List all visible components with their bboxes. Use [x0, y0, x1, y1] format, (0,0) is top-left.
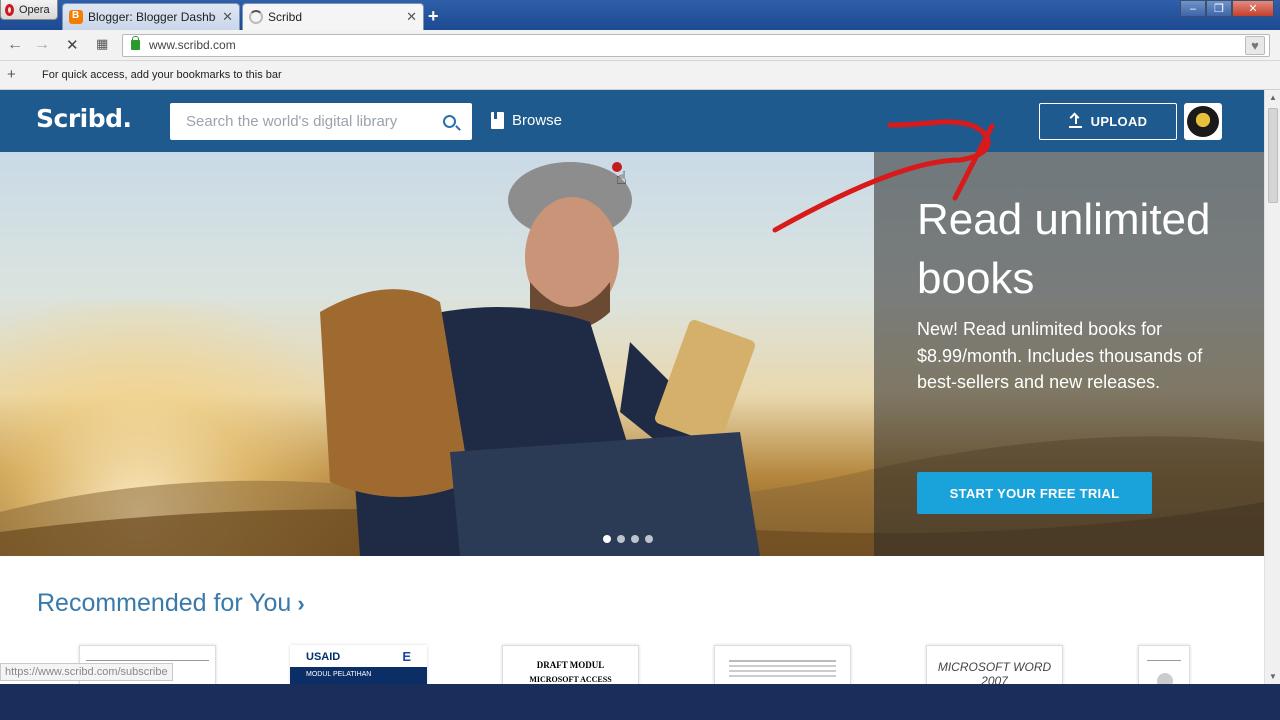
back-arrow-icon[interactable]: ← — [7, 36, 23, 54]
hero-banner: Read unlimited books New! Read unlimited… — [0, 152, 1264, 556]
tab-blogger[interactable]: Blogger: Blogger Dashboard ✕ — [62, 3, 240, 30]
hero-person-image — [320, 162, 760, 556]
book-title: USAID — [306, 651, 341, 663]
bookmarks-message: For quick access, add your bookmarks to … — [42, 69, 282, 81]
site-header: Scribd. Search the world's digital libra… — [0, 90, 1264, 152]
book-subtitle: MODUL PELATIHAN — [290, 667, 427, 685]
bookmarks-bar: + For quick access, add your bookmarks t… — [0, 61, 1280, 90]
search-icon[interactable] — [443, 115, 456, 128]
start-free-trial-button[interactable]: START YOUR FREE TRIAL — [917, 472, 1152, 514]
browser-tab-bar: Opera Blogger: Blogger Dashboard ✕ Scrib… — [0, 0, 1280, 30]
url-text: www.scribd.com — [149, 38, 236, 52]
scroll-down-icon[interactable]: ▼ — [1269, 672, 1277, 681]
book-subtitle: MICROSOFT ACCESS — [529, 675, 612, 684]
tab-close-icon[interactable]: ✕ — [406, 9, 417, 25]
minimize-button[interactable]: – — [1180, 0, 1206, 17]
window-controls: – ❐ ✕ — [1180, 0, 1274, 18]
close-window-button[interactable]: ✕ — [1232, 0, 1274, 17]
carousel-dot[interactable] — [603, 535, 611, 543]
tab-title: Blogger: Blogger Dashboard — [88, 10, 216, 24]
page-scrollbar[interactable]: ▲ ▼ — [1264, 90, 1280, 684]
stop-loading-icon[interactable]: ✕ — [66, 36, 79, 54]
book-thumbnail[interactable] — [1138, 645, 1190, 685]
new-tab-button[interactable]: + — [428, 6, 439, 27]
hero-description: New! Read unlimited books for $8.99/mont… — [917, 319, 1203, 392]
annotation-arrow — [772, 119, 995, 233]
book-title: MICROSOFT WORD 2007 — [937, 660, 1052, 685]
address-bar: ← → ✕ ▦ www.scribd.com ♥ — [0, 30, 1280, 61]
book-title: DRAFT MODUL — [536, 660, 605, 670]
add-bookmark-icon[interactable]: + — [7, 66, 16, 83]
search-input[interactable]: Search the world's digital library — [170, 103, 472, 140]
tab-title: Scribd — [268, 10, 303, 24]
maximize-button[interactable]: ❐ — [1206, 0, 1232, 17]
tab-scribd[interactable]: Scribd ✕ — [242, 3, 424, 30]
carousel-dot[interactable] — [631, 535, 639, 543]
hand-cursor-icon: ☝ — [616, 168, 627, 188]
book-thumbnail[interactable]: DRAFT MODUL MICROSOFT ACCESS — [502, 645, 639, 685]
opera-logo-icon — [5, 3, 14, 16]
upload-label: UPLOAD — [1090, 114, 1148, 129]
secure-lock-icon — [131, 36, 140, 50]
heart-bookmark-icon[interactable]: ♥ — [1245, 36, 1265, 55]
carousel-dots — [603, 535, 653, 543]
scroll-up-icon[interactable]: ▲ — [1269, 93, 1277, 102]
upload-button[interactable]: UPLOAD — [1039, 103, 1177, 140]
scribd-logo[interactable]: Scribd. — [36, 104, 132, 133]
browse-label: Browse — [512, 112, 563, 129]
chevron-right-icon: › — [297, 590, 305, 616]
carousel-dot[interactable] — [617, 535, 625, 543]
book-icon — [491, 112, 504, 129]
opera-menu-button[interactable]: Opera — [0, 0, 58, 20]
carousel-dot[interactable] — [645, 535, 653, 543]
os-taskbar — [0, 684, 1280, 720]
speed-dial-icon[interactable]: ▦ — [96, 36, 108, 52]
book-thumbnail[interactable] — [714, 645, 851, 685]
avatar[interactable] — [1184, 103, 1222, 140]
search-placeholder: Search the world's digital library — [186, 113, 398, 130]
blogger-favicon-icon — [69, 10, 83, 24]
recommended-heading[interactable]: Recommended for You › — [37, 589, 305, 618]
url-field[interactable]: www.scribd.com ♥ — [122, 34, 1270, 57]
opera-menu-label: Opera — [19, 3, 50, 16]
upload-arrow-icon — [1068, 112, 1082, 128]
book-logo: E — [402, 649, 411, 664]
browse-button[interactable]: Browse — [491, 112, 562, 129]
tab-close-icon[interactable]: ✕ — [222, 9, 233, 25]
forward-arrow-icon[interactable]: → — [34, 36, 50, 54]
recommended-title: Recommended for You — [37, 589, 292, 617]
loading-spinner-icon — [249, 10, 263, 24]
book-thumbnail[interactable]: MICROSOFT WORD 2007 — [926, 645, 1063, 685]
book-thumbnail[interactable]: USAID E MODUL PELATIHAN — [290, 645, 427, 685]
scrollbar-thumb[interactable] — [1268, 108, 1278, 203]
status-url-tooltip: https://www.scribd.com/subscribe — [0, 663, 173, 681]
